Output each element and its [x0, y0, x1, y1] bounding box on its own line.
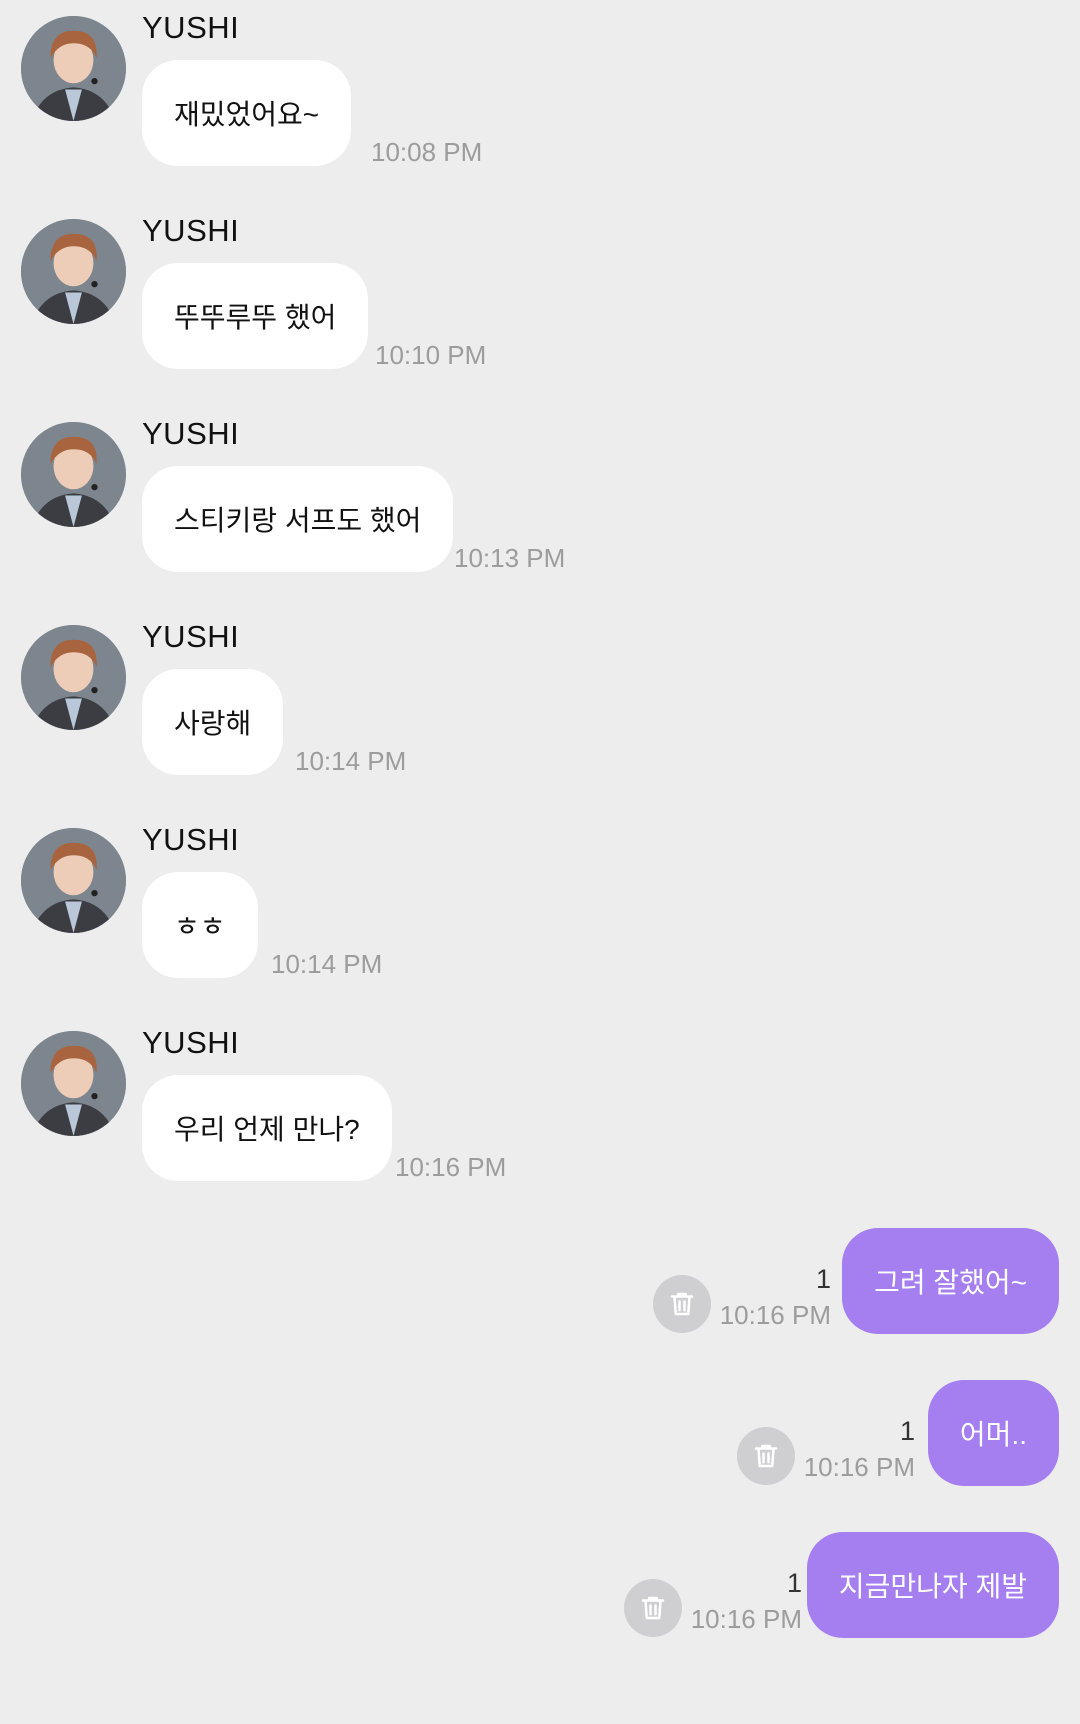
message-timestamp: 10:14 PM: [271, 949, 383, 979]
sender-name: YUSHI: [142, 619, 240, 654]
avatar[interactable]: [21, 1031, 126, 1136]
incoming-message: YUSHI 우리 언제 만나? 10:16 PM: [0, 1015, 1080, 1195]
sender-name: YUSHI: [142, 213, 240, 248]
profile-photo: [21, 422, 126, 527]
message-bubble[interactable]: ㅎㅎ: [142, 872, 258, 978]
avatar[interactable]: [21, 625, 126, 730]
profile-photo: [21, 625, 126, 730]
message-timestamp: 10:14 PM: [295, 746, 407, 776]
sender-name: YUSHI: [142, 1025, 240, 1060]
message-timestamp: 10:16 PM: [395, 1152, 507, 1182]
message-bubble[interactable]: 뚜뚜루뚜 했어: [142, 263, 369, 369]
incoming-message: YUSHI 스티키랑 서프도 했어 10:13 PM: [0, 406, 1080, 586]
outgoing-message: 1 10:16 PM 어머..: [0, 1380, 1080, 1500]
incoming-message: YUSHI ㅎㅎ 10:14 PM: [0, 812, 1080, 992]
message-bubble[interactable]: 우리 언제 만나?: [142, 1075, 392, 1181]
message-timestamp: 10:16 PM: [690, 1604, 802, 1634]
outgoing-message: 1 10:16 PM 그려 잘했어~: [0, 1228, 1080, 1348]
message-bubble[interactable]: 어머..: [927, 1380, 1059, 1486]
trash-icon: [641, 1596, 665, 1620]
avatar[interactable]: [21, 422, 126, 527]
avatar[interactable]: [21, 219, 126, 324]
profile-photo: [21, 16, 126, 121]
incoming-message: YUSHI 사랑해 10:14 PM: [0, 609, 1080, 789]
sender-name: YUSHI: [142, 10, 240, 45]
avatar[interactable]: [21, 16, 126, 121]
incoming-message: YUSHI 재밌었어요~ 10:08 PM: [0, 0, 1080, 180]
sender-name: YUSHI: [142, 416, 240, 451]
message-bubble[interactable]: 지금만나자 제발: [806, 1532, 1059, 1638]
sender-name: YUSHI: [142, 822, 240, 857]
avatar[interactable]: [21, 828, 126, 933]
trash-icon: [670, 1292, 694, 1316]
profile-photo: [21, 219, 126, 324]
delete-message-button[interactable]: [624, 1579, 682, 1637]
outgoing-message: 1 10:16 PM 지금만나자 제발: [0, 1532, 1080, 1652]
message-bubble[interactable]: 스티키랑 서프도 했어: [142, 466, 454, 572]
profile-photo: [21, 828, 126, 933]
unread-count: 1: [899, 1416, 915, 1446]
incoming-message: YUSHI 뚜뚜루뚜 했어 10:10 PM: [0, 203, 1080, 383]
message-timestamp: 10:10 PM: [375, 340, 487, 370]
message-timestamp: 10:16 PM: [803, 1452, 915, 1482]
delete-message-button[interactable]: [653, 1275, 711, 1333]
unread-count: 1: [786, 1568, 802, 1598]
unread-count: 1: [815, 1264, 831, 1294]
chat-thread[interactable]: YUSHI 재밌었어요~ 10:08 PM YUSHI 뚜뚜루뚜 했어 10:1…: [0, 0, 1080, 1724]
profile-photo: [21, 1031, 126, 1136]
message-timestamp: 10:16 PM: [719, 1300, 831, 1330]
trash-icon: [754, 1444, 778, 1468]
message-timestamp: 10:13 PM: [454, 543, 566, 573]
message-bubble[interactable]: 그려 잘했어~: [842, 1228, 1059, 1334]
message-timestamp: 10:08 PM: [371, 137, 483, 167]
delete-message-button[interactable]: [737, 1427, 795, 1485]
message-bubble[interactable]: 재밌었어요~: [142, 60, 352, 166]
message-bubble[interactable]: 사랑해: [142, 669, 284, 775]
